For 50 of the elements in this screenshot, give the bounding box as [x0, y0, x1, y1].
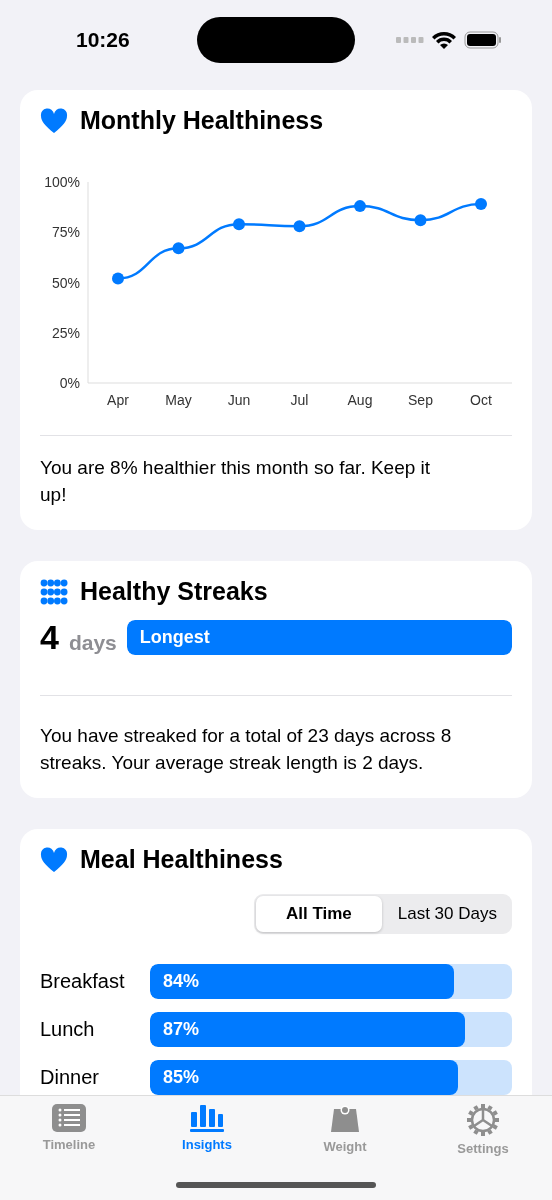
scale-icon: [330, 1104, 360, 1134]
x-tick-label: Apr: [107, 392, 129, 408]
bar-label: Longest: [138, 627, 210, 648]
y-tick-label: 75%: [51, 224, 80, 241]
segment-button[interactable]: All Time: [255, 896, 382, 932]
card-title: Healthy Streaks: [80, 577, 268, 606]
segment-button[interactable]: Last 30 Days: [381, 896, 510, 932]
y-tick-label: 0%: [59, 375, 80, 391]
gear-icon: [467, 1104, 499, 1136]
card-title: Meal Healthiness: [80, 845, 283, 874]
x-tick-label: Sep: [408, 392, 433, 408]
y-tick-label: 50%: [51, 274, 80, 291]
tab-item[interactable]: Weight: [276, 1104, 414, 1156]
x-tick-label: May: [165, 392, 192, 408]
meal-percentage: 84%: [162, 971, 200, 992]
signal-icon: [396, 37, 424, 43]
data-point: [172, 242, 185, 255]
streak-unit: days: [68, 630, 117, 655]
x-tick-label: Oct: [470, 392, 492, 408]
meal-percentage: 87%: [162, 1019, 200, 1040]
streak-count: 4: [40, 618, 59, 657]
x-tick-label: Aug: [347, 392, 373, 408]
heart-icon: [40, 107, 68, 134]
data-point: [112, 272, 124, 285]
tab-item[interactable]: Insights: [138, 1104, 276, 1156]
card-title: Monthly Healthiness: [80, 106, 324, 135]
tab-item[interactable]: Settings: [414, 1104, 552, 1156]
meal-label: Lunch: [40, 1018, 96, 1041]
summary-text: You have streaked for a total of 23 days across 8 streaks. Your average streak length is 2 days.: [40, 724, 453, 775]
summary-text: You are 8% healthier this month so far. Keep it up!: [40, 456, 432, 507]
meal-label: Dinner: [40, 1066, 100, 1089]
meal-label: Breakfast: [40, 970, 126, 993]
bar-chart-icon: [190, 1104, 224, 1132]
wifi-icon: [432, 31, 456, 49]
x-tick-label: Jun: [227, 392, 251, 408]
status-time: 10:26: [76, 28, 131, 52]
data-point: [293, 220, 306, 233]
battery-icon: [464, 31, 502, 49]
meal-percentage: 85%: [162, 1067, 200, 1088]
data-point: [475, 198, 487, 211]
x-tick-label: Jul: [290, 392, 309, 408]
data-point: [233, 218, 245, 231]
y-tick-label: 25%: [51, 324, 80, 341]
tab-item[interactable]: Timeline: [0, 1104, 138, 1156]
data-point: [354, 200, 366, 213]
list-icon: [52, 1104, 86, 1132]
heart-icon: [40, 846, 68, 873]
data-point: [414, 214, 427, 227]
y-tick-label: 100%: [44, 174, 80, 190]
dot-grid-icon: [40, 578, 68, 605]
